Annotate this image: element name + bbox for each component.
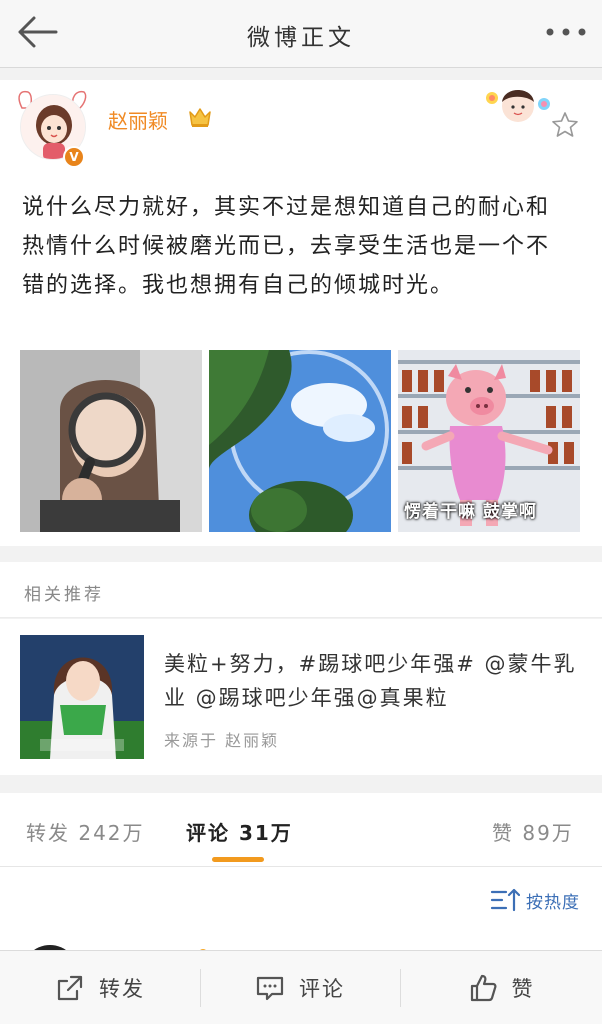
favorite-star-icon[interactable] [550, 110, 580, 140]
bottom-action-bar: 转发 评论 赞 [0, 950, 602, 1024]
related-label: 相关推荐 [24, 585, 104, 605]
back-button[interactable] [14, 14, 60, 50]
crown-icon [189, 108, 211, 127]
verified-badge: V [63, 146, 85, 168]
weibo-post: V 赵丽颖 说什么尽力就好，其实不过是想知道自己的耐心和热情什么时候被磨光而已，… [0, 80, 602, 546]
comment-button[interactable]: 评论 [200, 951, 400, 1024]
back-arrow-icon [18, 16, 58, 48]
more-dots-icon [546, 28, 586, 36]
like-label: 赞 [511, 977, 535, 1001]
sky-halo-photo-icon [209, 350, 391, 532]
top-navigation-bar: 微博正文 [0, 0, 602, 68]
related-section-header: 相关推荐 [0, 562, 602, 618]
sort-icon [490, 888, 520, 912]
repost-button[interactable]: 转发 [0, 951, 200, 1024]
post-image-1[interactable] [20, 350, 202, 532]
magnifier-photo-icon [20, 350, 202, 532]
related-source: 来源于 赵丽颖 [164, 731, 280, 750]
thumbs-up-icon [470, 974, 496, 1002]
repost-label: 转发 [99, 977, 145, 1001]
sort-by-heat-button[interactable]: 按热度 [490, 885, 580, 915]
tab-comment[interactable]: 评论 31万 [186, 817, 293, 846]
card-decoration-icon [486, 90, 550, 122]
active-tab-indicator [212, 857, 264, 862]
image-caption: 愣着干嘛 鼓掌啊 [404, 502, 537, 522]
tab-repost[interactable]: 转发 242万 [26, 817, 145, 846]
tab-like[interactable]: 赞 89万 [492, 817, 574, 846]
post-text: 说什么尽力就好，其实不过是想知道自己的耐心和热情什么时候被磨光而已，去享受生活也… [22, 195, 551, 298]
like-button[interactable]: 赞 [400, 951, 602, 1024]
interaction-tabs: 转发 242万 评论 31万 赞 89万 [0, 793, 602, 867]
post-image-2[interactable] [209, 350, 391, 532]
repost-icon [57, 975, 83, 1001]
comment-icon [256, 976, 284, 1001]
football-poster-icon [20, 635, 144, 759]
post-image-3[interactable]: 愣着干嘛 鼓掌啊 [398, 350, 580, 532]
sort-label: 按热度 [526, 892, 580, 913]
comment-sort-bar: 按热度 [0, 867, 602, 973]
comment-label: 评论 [299, 977, 345, 1001]
page-title: 微博正文 [247, 25, 355, 51]
more-button[interactable] [542, 18, 590, 46]
related-card[interactable]: 美粒+努力，#踢球吧少年强# @蒙牛乳业 @踢球吧少年强@真果粒 来源于 赵丽颖 [0, 619, 602, 775]
related-thumbnail [20, 635, 144, 759]
related-text: 美粒+努力，#踢球吧少年强# @蒙牛乳业 @踢球吧少年强@真果粒 [164, 652, 577, 710]
author-name[interactable]: 赵丽颖 [108, 105, 168, 134]
